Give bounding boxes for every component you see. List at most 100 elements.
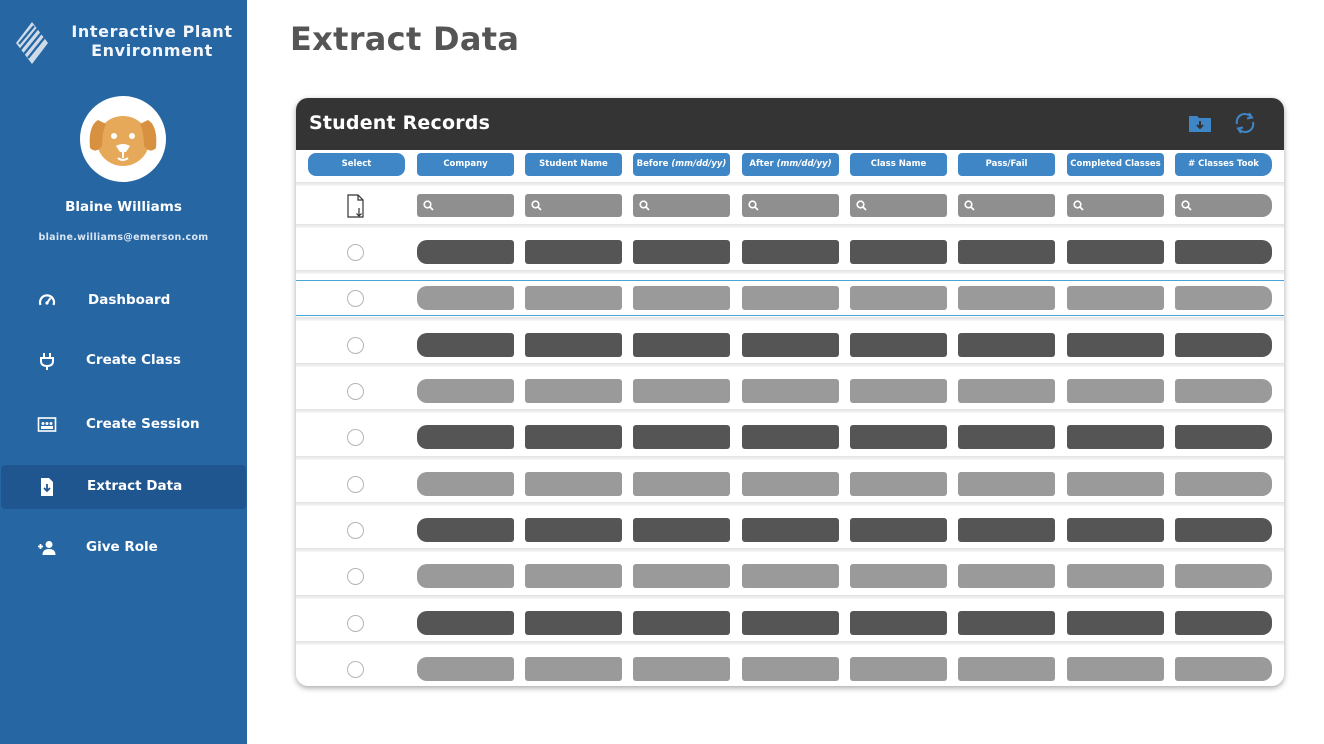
table-cell-after[interactable] — [742, 564, 839, 588]
table-cell-class-name[interactable] — [850, 611, 947, 635]
table-cell-before[interactable] — [633, 425, 730, 449]
table-row[interactable] — [296, 513, 1284, 547]
table-cell-student-name[interactable] — [525, 518, 622, 542]
table-cell-company[interactable] — [417, 286, 514, 310]
row-select-radio[interactable] — [347, 337, 364, 354]
table-cell-classes-took[interactable] — [1175, 472, 1272, 496]
table-cell-before[interactable] — [633, 379, 730, 403]
column-header-class-name[interactable]: Class Name — [850, 153, 947, 176]
table-cell-class-name[interactable] — [850, 518, 947, 542]
table-cell-after[interactable] — [742, 657, 839, 681]
table-cell-completed-classes[interactable] — [1067, 564, 1164, 588]
table-cell-classes-took[interactable] — [1175, 425, 1272, 449]
table-cell-classes-took[interactable] — [1175, 518, 1272, 542]
table-cell-completed-classes[interactable] — [1067, 286, 1164, 310]
table-row[interactable] — [296, 467, 1284, 501]
table-cell-after[interactable] — [742, 379, 839, 403]
table-row[interactable] — [296, 328, 1284, 362]
table-cell-company[interactable] — [417, 425, 514, 449]
table-cell-student-name[interactable] — [525, 240, 622, 264]
table-cell-company[interactable] — [417, 564, 514, 588]
table-cell-pass-fail[interactable] — [958, 518, 1055, 542]
table-cell-company[interactable] — [417, 240, 514, 264]
table-cell-student-name[interactable] — [525, 286, 622, 310]
table-cell-before[interactable] — [633, 518, 730, 542]
table-cell-before[interactable] — [633, 240, 730, 264]
table-cell-pass-fail[interactable] — [958, 611, 1055, 635]
table-cell-completed-classes[interactable] — [1067, 240, 1164, 264]
row-select-radio[interactable] — [347, 568, 364, 585]
table-cell-after[interactable] — [742, 240, 839, 264]
row-select-radio[interactable] — [347, 383, 364, 400]
nav-create-session[interactable]: Create Session — [0, 403, 247, 447]
table-cell-class-name[interactable] — [850, 379, 947, 403]
column-header-classes-took[interactable]: # Classes Took — [1175, 153, 1272, 176]
row-select-radio[interactable] — [347, 476, 364, 493]
table-row[interactable] — [296, 280, 1284, 316]
column-header-pass-fail[interactable]: Pass/Fail — [958, 153, 1055, 176]
table-cell-completed-classes[interactable] — [1067, 472, 1164, 496]
table-cell-classes-took[interactable] — [1175, 657, 1272, 681]
table-cell-student-name[interactable] — [525, 657, 622, 681]
table-cell-after[interactable] — [742, 425, 839, 449]
row-select-radio[interactable] — [347, 661, 364, 678]
table-cell-class-name[interactable] — [850, 657, 947, 681]
search-input-company[interactable] — [417, 194, 514, 217]
table-cell-class-name[interactable] — [850, 472, 947, 496]
table-row[interactable] — [296, 559, 1284, 593]
table-row[interactable] — [296, 652, 1284, 686]
table-cell-pass-fail[interactable] — [958, 240, 1055, 264]
table-cell-after[interactable] — [742, 518, 839, 542]
nav-give-role[interactable]: Give Role — [0, 526, 247, 570]
table-cell-after[interactable] — [742, 286, 839, 310]
nav-dashboard[interactable]: Dashboard — [0, 279, 247, 323]
table-cell-company[interactable] — [417, 657, 514, 681]
search-input-class-name[interactable] — [850, 194, 947, 217]
table-cell-student-name[interactable] — [525, 564, 622, 588]
row-select-radio[interactable] — [347, 522, 364, 539]
table-cell-student-name[interactable] — [525, 379, 622, 403]
column-header-select[interactable]: Select — [308, 153, 405, 176]
nav-create-class[interactable]: Create Class — [0, 339, 247, 383]
table-row[interactable] — [296, 374, 1284, 408]
table-cell-completed-classes[interactable] — [1067, 379, 1164, 403]
table-cell-class-name[interactable] — [850, 564, 947, 588]
table-cell-class-name[interactable] — [850, 286, 947, 310]
folder-download-icon[interactable] — [1187, 110, 1213, 136]
table-cell-pass-fail[interactable] — [958, 379, 1055, 403]
column-header-after[interactable]: After (mm/dd/yy) — [742, 153, 839, 176]
table-cell-before[interactable] — [633, 657, 730, 681]
column-header-company[interactable]: Company — [417, 153, 514, 176]
search-input-classes-took[interactable] — [1175, 194, 1272, 217]
table-cell-class-name[interactable] — [850, 240, 947, 264]
table-cell-company[interactable] — [417, 379, 514, 403]
table-cell-completed-classes[interactable] — [1067, 611, 1164, 635]
search-input-after[interactable] — [742, 194, 839, 217]
row-select-radio[interactable] — [347, 244, 364, 261]
table-cell-before[interactable] — [633, 286, 730, 310]
table-row[interactable] — [296, 606, 1284, 640]
nav-extract-data[interactable]: Extract Data — [1, 465, 246, 509]
table-cell-pass-fail[interactable] — [958, 286, 1055, 310]
table-cell-student-name[interactable] — [525, 425, 622, 449]
table-cell-pass-fail[interactable] — [958, 564, 1055, 588]
table-cell-classes-took[interactable] — [1175, 379, 1272, 403]
search-input-completed-classes[interactable] — [1067, 194, 1164, 217]
table-cell-pass-fail[interactable] — [958, 472, 1055, 496]
table-cell-class-name[interactable] — [850, 333, 947, 357]
table-cell-after[interactable] — [742, 333, 839, 357]
table-cell-company[interactable] — [417, 333, 514, 357]
table-cell-completed-classes[interactable] — [1067, 518, 1164, 542]
table-cell-classes-took[interactable] — [1175, 564, 1272, 588]
table-cell-pass-fail[interactable] — [958, 333, 1055, 357]
table-cell-completed-classes[interactable] — [1067, 425, 1164, 449]
table-cell-pass-fail[interactable] — [958, 657, 1055, 681]
table-cell-after[interactable] — [742, 472, 839, 496]
search-input-before[interactable] — [633, 194, 730, 217]
table-cell-pass-fail[interactable] — [958, 425, 1055, 449]
table-cell-classes-took[interactable] — [1175, 611, 1272, 635]
row-select-radio[interactable] — [347, 290, 364, 307]
table-cell-class-name[interactable] — [850, 425, 947, 449]
search-input-pass-fail[interactable] — [958, 194, 1055, 217]
refresh-icon[interactable] — [1232, 110, 1258, 136]
